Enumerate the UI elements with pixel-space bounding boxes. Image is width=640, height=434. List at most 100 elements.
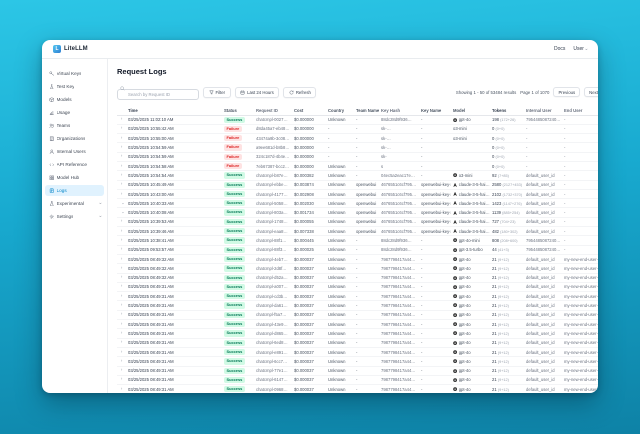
chevron-right-icon[interactable]: ›: [117, 322, 126, 327]
cell-request-id[interactable]: chatcmpl-0027…: [254, 117, 292, 122]
chevron-right-icon[interactable]: ›: [117, 126, 126, 131]
chevron-right-icon[interactable]: ›: [117, 387, 126, 392]
column-header-team-name[interactable]: Team Name: [354, 108, 379, 113]
chevron-right-icon[interactable]: ›: [117, 294, 126, 299]
cell-request-id[interactable]: chatcmpl-eaa8…: [254, 229, 292, 234]
previous-page-button[interactable]: Previous: [553, 87, 580, 97]
column-header-internal-user[interactable]: Internal User: [524, 108, 562, 113]
cell-request-id[interactable]: chatcmpl-6cc7…: [254, 359, 292, 364]
chevron-right-icon[interactable]: ›: [117, 331, 126, 336]
column-header-status[interactable]: Status: [222, 108, 254, 113]
cell-request-id[interactable]: chatcmpl-cd3b…: [254, 294, 292, 299]
cell-request-id[interactable]: chatcmpl-a007…: [254, 284, 292, 289]
cell-request-id[interactable]: chatcmpl-2d8f…: [254, 266, 292, 271]
cell-tokens: 21 (9+12): [490, 377, 524, 382]
chevron-right-icon[interactable]: ›: [117, 173, 126, 178]
column-header-tokens[interactable]: Tokens: [490, 108, 524, 113]
cell-request-id[interactable]: chatcmpl-1748…: [254, 219, 292, 224]
chevron-right-icon[interactable]: ›: [117, 275, 126, 280]
chevron-right-icon[interactable]: ›: [117, 312, 126, 317]
column-header-cost[interactable]: Cost: [292, 108, 326, 113]
sidebar-item-organizations[interactable]: Organizations: [45, 133, 104, 144]
next-page-button[interactable]: Next: [584, 87, 598, 97]
request-logs-table: TimeStatusRequest IDCostCountryTeam Name…: [117, 107, 598, 393]
cell-cost: $0.001734: [292, 210, 326, 215]
cell-request-id[interactable]: chatcmpl-43e9…: [254, 322, 292, 327]
chevron-right-icon[interactable]: ›: [117, 229, 126, 234]
cell-request-id[interactable]: d8da45a7-eb48…: [254, 126, 292, 131]
chevron-right-icon[interactable]: ›: [117, 247, 126, 252]
cell-request-id[interactable]: 43474a9b-3c08…: [254, 136, 292, 141]
sidebar-item-model-hub[interactable]: Model Hub: [45, 172, 104, 183]
cell-request-id[interactable]: chatcmpl-803a…: [254, 210, 292, 215]
cell-request-id[interactable]: 324c187d-4b4e…: [254, 154, 292, 159]
chevron-right-icon[interactable]: ›: [117, 359, 126, 364]
cell-request-id[interactable]: chatcmpl-ebbe…: [254, 182, 292, 187]
cell-request-id[interactable]: a9ee681d-b8b8…: [254, 145, 292, 150]
cell-model: gpt-4o: [451, 303, 490, 308]
chevron-down-icon[interactable]: ›: [117, 210, 126, 215]
status-badge: Success: [224, 172, 245, 178]
column-header-request-id[interactable]: Request ID: [254, 108, 292, 113]
cell-cost: $0.000037: [292, 377, 326, 382]
chevron-down-icon[interactable]: ›: [117, 201, 126, 206]
sidebar-item-internal-users[interactable]: Internal Users: [45, 146, 104, 157]
chevron-right-icon[interactable]: ›: [117, 284, 126, 289]
cell-request-id[interactable]: chatcmpl-0968…: [254, 387, 292, 392]
search-input[interactable]: [117, 89, 199, 100]
cell-request-id[interactable]: chatcmpl-b87e…: [254, 173, 292, 178]
cell-request-id[interactable]: chatcmpl-d865…: [254, 331, 292, 336]
sidebar-item-settings[interactable]: Settings›: [45, 211, 104, 222]
filter-button[interactable]: Filter: [203, 87, 231, 98]
sidebar-item-models[interactable]: Models: [45, 94, 104, 105]
chevron-right-icon[interactable]: ›: [117, 340, 126, 345]
chevron-right-icon[interactable]: ›: [117, 219, 126, 224]
user-menu[interactable]: User ›: [573, 46, 587, 52]
cell-country: -: [326, 154, 354, 159]
cell-request-id[interactable]: chatcmpl-4177…: [254, 192, 292, 197]
column-header-time[interactable]: Time: [126, 108, 222, 113]
cell-end-user: my-new-end-user-1: [562, 377, 598, 382]
cell-request-id[interactable]: chatcmpl-f5a7…: [254, 312, 292, 317]
cell-request-id[interactable]: chatcmpl-88f3…: [254, 247, 292, 252]
chevron-right-icon[interactable]: ›: [117, 257, 126, 262]
cell-request-id[interactable]: chatcmpl-6147…: [254, 377, 292, 382]
cell-request-id[interactable]: chatcmpl-da61…: [254, 303, 292, 308]
cell-request-id[interactable]: chatcmpl-77e1…: [254, 368, 292, 373]
chevron-right-icon[interactable]: ›: [117, 266, 126, 271]
sidebar-item-experimental[interactable]: Experimental›: [45, 198, 104, 209]
sidebar-item-virtual-keys[interactable]: Virtual Keys: [45, 68, 104, 79]
cell-request-id[interactable]: chatcmpl-4eb7…: [254, 257, 292, 262]
sidebar-item-logs[interactable]: Logs: [45, 185, 104, 196]
cell-request-id[interactable]: chatcmpl-88f1…: [254, 238, 292, 243]
sidebar-item-test-key[interactable]: Test Key: [45, 81, 104, 92]
chevron-right-icon[interactable]: ›: [117, 192, 126, 197]
sidebar-item-teams[interactable]: Teams: [45, 120, 104, 131]
cell-request-id[interactable]: chatcmpl-d52a…: [254, 275, 292, 280]
sidebar-item-api-reference[interactable]: API Reference: [45, 159, 104, 170]
chevron-right-icon[interactable]: ›: [117, 182, 126, 187]
cell-request-id[interactable]: chatcmpl-5058…: [254, 201, 292, 206]
chevron-right-icon[interactable]: ›: [117, 350, 126, 355]
chevron-right-icon[interactable]: ›: [117, 303, 126, 308]
cell-request-id[interactable]: 7eb67387-bcc2…: [254, 164, 292, 169]
cell-request-id[interactable]: chatcmpl-6ed8…: [254, 340, 292, 345]
chevron-right-icon[interactable]: ›: [117, 164, 126, 169]
column-header-model[interactable]: Model: [451, 108, 490, 113]
chevron-right-icon[interactable]: ›: [117, 377, 126, 382]
time-range-button[interactable]: Last 24 Hours: [235, 87, 280, 98]
cell-request-id[interactable]: chatcmpl-e891…: [254, 350, 292, 355]
refresh-button[interactable]: Refresh: [283, 87, 316, 98]
column-header-key-name[interactable]: Key Name: [419, 108, 451, 113]
column-header-end-user[interactable]: End User: [562, 108, 598, 113]
chevron-right-icon[interactable]: ›: [117, 238, 126, 243]
column-header-country[interactable]: Country: [326, 108, 354, 113]
chevron-right-icon[interactable]: ›: [117, 117, 126, 122]
chevron-right-icon[interactable]: ›: [117, 154, 126, 159]
sidebar-item-usage[interactable]: Usage: [45, 107, 104, 118]
chevron-right-icon[interactable]: ›: [117, 136, 126, 141]
docs-link[interactable]: Docs: [554, 46, 565, 52]
chevron-right-icon[interactable]: ›: [117, 145, 126, 150]
chevron-right-icon[interactable]: ›: [117, 368, 126, 373]
column-header-key-hash[interactable]: Key Hash: [379, 108, 419, 113]
